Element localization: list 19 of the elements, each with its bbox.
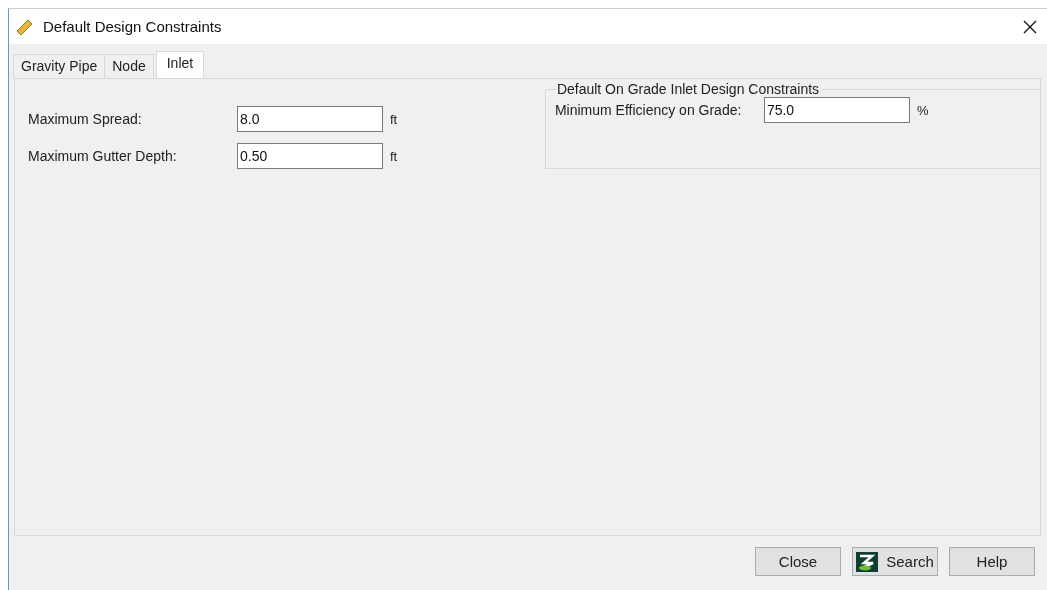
dialog-button[interactable]: Search [852,547,938,576]
dialog-button[interactable]: Help [949,547,1035,576]
input-field[interactable]: 0.50 [237,143,383,169]
group-title: Default On Grade Inlet Design Constraints [555,81,821,97]
field-label: Maximum Gutter Depth: [28,148,178,164]
unit-label: ft [390,148,398,164]
unit-label: ft [390,111,398,127]
logo-icon [856,551,879,572]
window-title: Default Design Constraints [43,18,223,35]
input-field[interactable]: 75.0 [763,97,910,123]
dialog-button[interactable]: Close [755,547,841,576]
unit-label: % [916,102,929,118]
tab[interactable]: Inlet [155,51,205,78]
tab[interactable]: Gravity Pipe [13,54,106,78]
field-label: Maximum Spread: [28,111,143,127]
input-field[interactable]: 8.0 [237,106,383,132]
close-icon[interactable] [1023,19,1037,34]
field-label: Minimum Efficiency on Grade: [554,102,743,118]
tab[interactable]: Node [104,54,154,78]
